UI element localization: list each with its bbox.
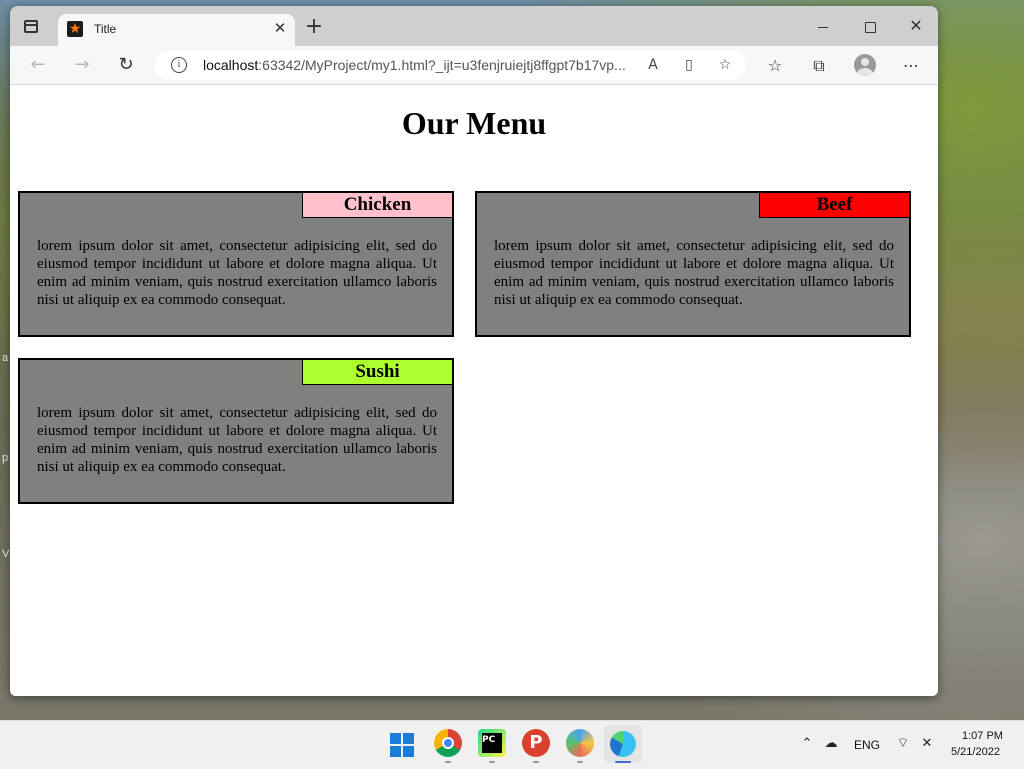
immersive-reader-icon[interactable]: ▯: [678, 55, 700, 75]
forward-arrow-icon[interactable]: →: [70, 54, 94, 76]
menu-card-beef: Beef lorem ipsum dolor sit amet, consect…: [475, 191, 911, 337]
tab-title: Title: [94, 22, 117, 36]
pycharm-icon[interactable]: [478, 729, 506, 757]
p-app-icon[interactable]: P: [522, 729, 550, 757]
vertical-tabs-icon[interactable]: [24, 20, 38, 33]
read-aloud-icon[interactable]: A: [642, 55, 664, 75]
card-text: lorem ipsum dolor sit amet, consectetur …: [37, 405, 437, 475]
info-icon[interactable]: i: [171, 57, 187, 73]
clock-date[interactable]: 5/21/2022: [951, 746, 1000, 758]
page-content: Our Menu Chicken lorem ipsum dolor sit a…: [10, 85, 938, 696]
running-indicator: [445, 761, 451, 763]
browser-toolbar: ← → ↻ i localhost:63342/MyProject/my1.ht…: [10, 46, 938, 85]
url-text[interactable]: localhost:63342/MyProject/my1.html?_ijt=…: [203, 57, 626, 73]
address-bar[interactable]: i localhost:63342/MyProject/my1.html?_ij…: [154, 50, 746, 80]
menu-card-chicken: Chicken lorem ipsum dolor sit amet, cons…: [18, 191, 454, 337]
url-host: localhost: [203, 57, 259, 73]
volume-muted-icon[interactable]: ✕: [918, 735, 936, 753]
reload-icon[interactable]: ↻: [114, 54, 138, 76]
card-tag-chicken: Chicken: [302, 193, 452, 218]
wifi-icon[interactable]: ⌔: [894, 735, 912, 753]
paint-icon[interactable]: [566, 729, 594, 757]
windows-start-icon[interactable]: [390, 733, 414, 757]
card-tag-sushi: Sushi: [302, 360, 452, 385]
menu-card-sushi: Sushi lorem ipsum dolor sit amet, consec…: [18, 358, 454, 504]
browser-window: ★ Title ✕ + ✕ ← → ↻ i localhost:63342/My…: [10, 6, 938, 696]
running-indicator: [533, 761, 539, 763]
chevron-up-icon[interactable]: ⌃: [798, 735, 816, 753]
tab-active[interactable]: ★ Title ✕: [58, 14, 295, 46]
language-indicator[interactable]: ENG: [854, 738, 880, 752]
more-icon[interactable]: ⋯: [900, 55, 922, 77]
card-tag-beef: Beef: [759, 193, 909, 218]
clock-time[interactable]: 1:07 PM: [962, 730, 1003, 742]
add-favorite-icon[interactable]: ☆: [714, 55, 736, 75]
close-tab-icon[interactable]: ✕: [272, 20, 288, 36]
card-text: lorem ipsum dolor sit amet, consectetur …: [494, 238, 894, 308]
collections-icon[interactable]: ⧉: [808, 55, 830, 77]
card-text: lorem ipsum dolor sit amet, consectetur …: [37, 238, 437, 308]
url-path: :63342/MyProject/my1.html?_ijt=u3fenjrui…: [258, 57, 626, 73]
close-window-icon[interactable]: ✕: [896, 16, 936, 38]
running-indicator: [577, 761, 583, 763]
page-title: Our Menu: [401, 105, 547, 141]
chrome-icon[interactable]: [434, 729, 462, 757]
edge-icon[interactable]: [604, 725, 642, 763]
tab-bar: ★ Title ✕ + ✕: [10, 6, 938, 46]
star-favicon-icon: ★: [67, 21, 83, 37]
maximize-icon[interactable]: [850, 16, 890, 38]
back-arrow-icon[interactable]: ←: [26, 54, 50, 76]
favorites-icon[interactable]: ☆: [764, 55, 786, 77]
taskbar: P ⌃ ☁ ENG ⌔ ✕ 1:07 PM 5/21/2022: [0, 720, 1024, 769]
minimize-icon[interactable]: [804, 16, 844, 38]
active-indicator: [615, 761, 631, 763]
profile-icon[interactable]: [854, 54, 876, 76]
new-tab-icon[interactable]: +: [304, 16, 324, 38]
cloud-icon[interactable]: ☁: [822, 735, 840, 753]
running-indicator: [489, 761, 495, 763]
